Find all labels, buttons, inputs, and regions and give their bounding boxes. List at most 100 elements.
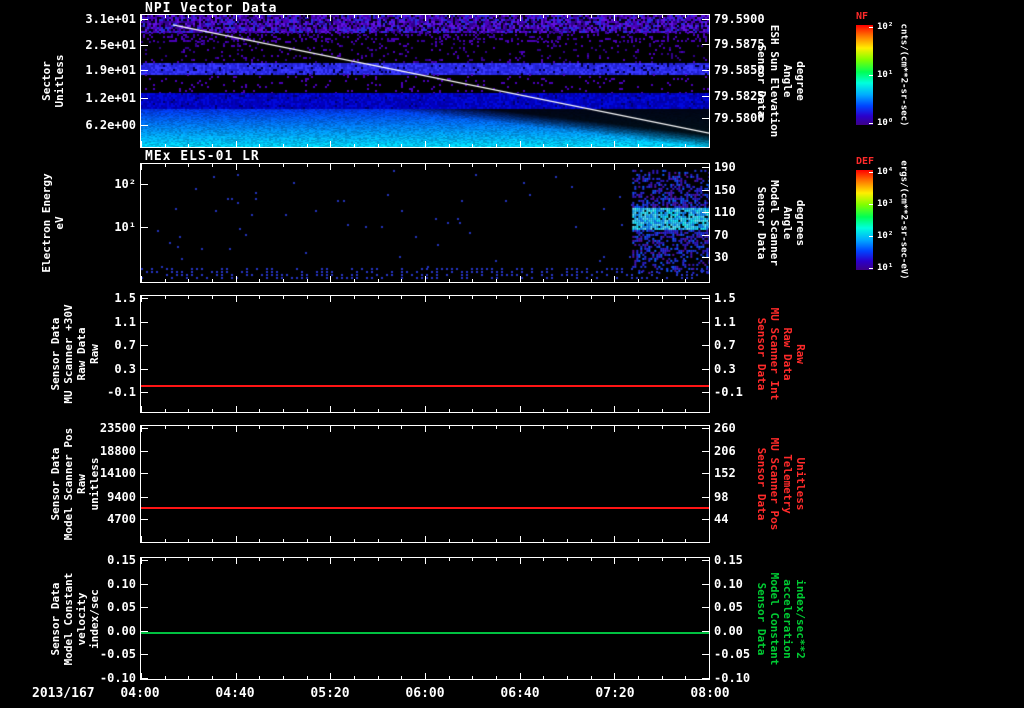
y-tick-mark: [702, 321, 709, 323]
y-tick-label: 0.15: [107, 552, 136, 567]
x-tick-mark: [685, 296, 687, 299]
y-tick-label: 0.10: [714, 576, 743, 591]
y-tick-label: 0.3: [114, 362, 136, 377]
y-tick-mark: [702, 496, 709, 498]
spectrogram-image-els: [141, 164, 709, 282]
x-tick-mark: [212, 296, 213, 299]
y-tick-mark: [141, 519, 148, 521]
y-tick-mark: [702, 234, 709, 236]
x-tick-mark: [188, 279, 190, 282]
x-tick-mark: [425, 406, 426, 412]
x-tick-mark: [614, 673, 616, 679]
x-tick-mark: [543, 296, 545, 299]
y-tick-label: 14100: [99, 466, 136, 481]
x-tick-mark: [472, 15, 474, 18]
x-tick-mark: [472, 409, 474, 412]
y-tick-mark: [141, 226, 148, 228]
y-tick-label: 44: [714, 512, 729, 527]
x-tick-mark: [472, 164, 474, 167]
colorbar-tick-label: 10²: [877, 22, 894, 32]
x-tick-mark: [212, 144, 213, 147]
panel-els-spectrogram: 10² 10¹ 190 150 110 70 30 Electron Energy eV deg…: [40, 160, 807, 283]
x-tick-mark: [567, 15, 568, 18]
y-tick-label: 6.2e+00: [85, 118, 136, 133]
x-tick-mark: [164, 676, 166, 679]
x-tick-mark: [425, 141, 426, 147]
x-tick-mark: [188, 539, 190, 542]
x-tick-mark: [709, 406, 710, 412]
y-tick-label: 206: [714, 443, 736, 458]
y-tick-mark: [702, 117, 709, 119]
y-tick-mark: [702, 583, 709, 585]
x-tick-mark: [377, 144, 379, 147]
x-tick-mark: [543, 164, 545, 167]
x-tick-mark: [401, 144, 403, 147]
y-tick-label: 150: [714, 182, 736, 197]
x-tick-mark: [472, 676, 474, 679]
x-tick-mark: [448, 164, 450, 167]
y-tick-label: -0.05: [714, 647, 751, 662]
y-tick-mark: [702, 559, 709, 561]
x-tick-mark: [448, 144, 450, 147]
y-tick-label: -0.05: [99, 647, 136, 662]
x-tick-mark: [330, 164, 332, 170]
x-tick-mark: [496, 15, 497, 18]
colorbar-tick-label: 10⁰: [877, 118, 894, 128]
x-tick-mark: [401, 279, 403, 282]
x-tick-mark: [425, 426, 426, 432]
x-tick-mark: [306, 15, 308, 18]
y-tick-label: 9400: [107, 489, 136, 504]
y-tick-label: 110: [714, 205, 736, 220]
x-tick-mark: [164, 539, 166, 542]
y-tick-mark: [702, 212, 709, 214]
left-axis-label-text: Sector Unitless: [40, 54, 66, 108]
x-tick-mark: [638, 539, 639, 542]
x-tick-mark: [709, 164, 710, 170]
x-tick-mark: [567, 676, 568, 679]
y-tick-mark: [141, 70, 148, 72]
left-axis-label-text: Sensor Data Model Scanner Pos Raw unitle…: [49, 427, 101, 541]
x-tick-mark: [212, 409, 213, 412]
y-tick-mark: [141, 44, 148, 46]
spectrogram-image-npi: [141, 15, 709, 147]
x-tick-mark: [567, 164, 568, 167]
x-tick-mark: [377, 279, 379, 282]
panel-model-scanner-pos: 23500 18800 14100 9400 4700 260 206 152 98 44 Sens…: [49, 421, 807, 543]
x-tick-mark: [638, 279, 639, 282]
y-tick-mark: [141, 125, 148, 127]
x-tick-mark: [661, 164, 663, 167]
x-tick-mark: [638, 558, 639, 561]
y-tick-mark: [702, 654, 709, 656]
x-tick-mark: [567, 426, 568, 429]
panel-mu-scanner-30v: 1.5 1.1 0.7 0.3 -0.1 1.5 1.1 0.7 0.3 -0.1 Sensor D…: [49, 291, 807, 413]
y-tick-label: -0.1: [714, 385, 743, 400]
x-tick-mark: [519, 558, 521, 564]
x-tick-mark: [685, 539, 687, 542]
x-tick-mark: [425, 536, 426, 542]
x-tick-mark: [614, 426, 616, 432]
x-tick-mark: [283, 164, 284, 167]
x-tick-mark: [472, 279, 474, 282]
x-tick-mark: [519, 141, 521, 147]
x-tick-mark: [614, 296, 616, 302]
x-tick-mark: [141, 276, 142, 282]
x-tick-mark: [496, 164, 497, 167]
x-tick-mark: [188, 144, 190, 147]
colorbar-unit-text: ergs/(cm**2-sr-sec-eV): [898, 160, 909, 280]
x-tick-mark: [283, 144, 284, 147]
y-tick-mark: [702, 630, 709, 632]
x-tick-mark: [567, 539, 568, 542]
x-tick-mark: [685, 15, 687, 18]
x-tick-mark: [283, 558, 284, 561]
x-tick-mark: [377, 539, 379, 542]
y-tick-label: 1.2e+01: [85, 91, 136, 106]
x-tick-mark: [519, 406, 521, 412]
x-tick-mark: [614, 276, 616, 282]
colorbar-nf: NF 10² 10¹ 10⁰ cnts/(cm**2-sr-sec): [856, 11, 920, 141]
x-tick-mark: [590, 296, 592, 299]
x-tick-mark: [283, 15, 284, 18]
colorbar-title-def: DEF: [856, 156, 875, 167]
x-tick-mark: [425, 164, 426, 170]
y-tick-label: 1.1: [114, 314, 136, 329]
x-tick-mark: [212, 279, 213, 282]
